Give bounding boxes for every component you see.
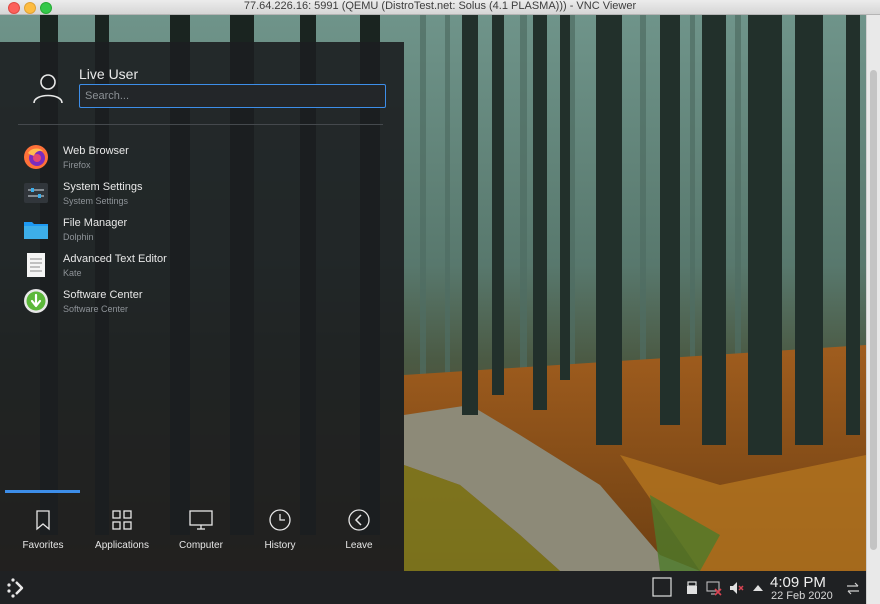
taskbar: 4:09 PM 22 Feb 2020 xyxy=(0,571,866,604)
user-avatar-icon[interactable] xyxy=(30,70,66,106)
grid-icon xyxy=(112,510,132,530)
application-launcher: Live User Web Browser Firefox System S xyxy=(0,42,404,571)
tab-history[interactable]: History xyxy=(240,494,320,571)
tab-label: Applications xyxy=(95,540,149,551)
tab-label: Leave xyxy=(345,540,373,551)
text-editor-icon xyxy=(27,253,45,277)
favorite-subtitle: Kate xyxy=(63,268,82,278)
search-input[interactable] xyxy=(79,84,386,108)
tab-label: History xyxy=(264,540,296,551)
settings-icon xyxy=(24,183,48,203)
favorite-subtitle: Software Center xyxy=(63,304,129,314)
show-desktop-icon[interactable] xyxy=(652,577,672,597)
software-center-icon xyxy=(24,289,48,313)
user-name: Live User xyxy=(79,66,139,82)
favorite-item-system-settings[interactable]: System Settings System Settings xyxy=(0,173,404,207)
clock-date[interactable]: 22 Feb 2020 xyxy=(771,590,833,602)
back-arrow-icon xyxy=(348,509,370,531)
network-disconnected-icon[interactable] xyxy=(706,580,722,596)
tray-expand-icon[interactable] xyxy=(750,580,766,596)
active-tab-indicator xyxy=(5,490,80,493)
favorite-item-text-editor[interactable]: Advanced Text Editor Kate xyxy=(0,245,404,279)
folder-icon xyxy=(24,222,48,239)
bookmark-icon xyxy=(36,510,50,531)
tab-label: Favorites xyxy=(22,540,64,551)
application-launcher-button[interactable] xyxy=(4,577,26,599)
launcher-tab-bar: Favorites Applications Computer History … xyxy=(0,494,404,571)
window-title: 77.64.226.16: 5991 (QEMU (DistroTest.net… xyxy=(243,0,637,12)
header-divider xyxy=(18,124,383,125)
favorite-item-software-center[interactable]: Software Center Software Center xyxy=(0,281,404,315)
tab-computer[interactable]: Computer xyxy=(161,494,241,571)
tab-applications[interactable]: Applications xyxy=(82,494,162,571)
favorite-name: System Settings xyxy=(63,181,143,193)
favorite-subtitle: Firefox xyxy=(63,160,91,170)
favorite-subtitle: System Settings xyxy=(63,196,129,206)
favorite-item-file-manager[interactable]: File Manager Dolphin xyxy=(0,209,404,243)
volume-muted-icon[interactable] xyxy=(728,580,744,596)
tab-favorites[interactable]: Favorites xyxy=(3,494,83,571)
favorite-name: File Manager xyxy=(63,217,128,229)
favorite-subtitle: Dolphin xyxy=(63,232,94,242)
usb-icon[interactable] xyxy=(684,580,700,596)
clock-icon xyxy=(269,509,291,531)
favorite-name: Advanced Text Editor xyxy=(63,253,167,265)
tab-leave[interactable]: Leave xyxy=(319,494,399,571)
tab-label: Computer xyxy=(179,540,223,551)
favorite-name: Web Browser xyxy=(63,145,129,157)
favorite-item-web-browser[interactable]: Web Browser Firefox xyxy=(0,137,404,171)
monitor-icon xyxy=(189,510,213,530)
favorite-name: Software Center xyxy=(63,289,143,301)
firefox-icon xyxy=(24,145,48,169)
clock-time[interactable]: 4:09 PM xyxy=(770,574,826,591)
window-titlebar[interactable]: 77.64.226.16: 5991 (QEMU (DistroTest.net… xyxy=(0,0,880,15)
scrollbar-thumb[interactable] xyxy=(870,70,877,550)
panel-settings-icon[interactable] xyxy=(845,580,861,596)
vnc-vertical-scrollbar[interactable] xyxy=(866,15,880,604)
